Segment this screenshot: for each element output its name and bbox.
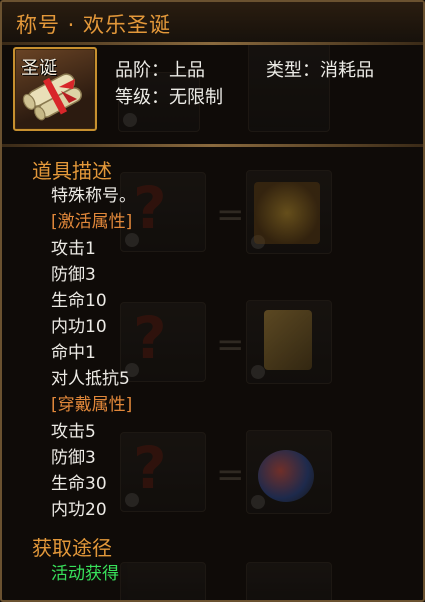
item-icon-frame: 圣诞 [13, 47, 97, 131]
grade-label: 品阶： [115, 60, 169, 81]
lock-icon [125, 233, 139, 247]
type-value: 消耗品 [320, 60, 374, 81]
wear-stat: 攻击5 [51, 422, 96, 442]
title-bar: 称号 · 欢乐圣诞 [2, 2, 423, 42]
level-value: 无限制 [169, 87, 223, 108]
type-row: 类型：消耗品 [266, 56, 374, 82]
activate-stat: 防御3 [51, 265, 96, 285]
item-title: 称号 · 欢乐圣诞 [16, 13, 172, 37]
activate-stat: 对人抵抗5 [51, 369, 130, 389]
lock-icon [251, 495, 265, 509]
activate-stat: 内功10 [51, 317, 107, 337]
wear-stat: 防御3 [51, 448, 96, 468]
source-value: 活动获得 [51, 564, 119, 584]
lock-icon [125, 493, 139, 507]
grade-value: 上品 [169, 60, 205, 81]
wear-attributes-header: [穿戴属性] [51, 395, 133, 415]
activate-stat: 攻击1 [51, 239, 96, 259]
reward-scroll-icon [264, 310, 312, 370]
activate-stat: 命中1 [51, 343, 96, 363]
info-divider [2, 144, 423, 147]
title-divider [2, 42, 423, 45]
type-label: 类型： [266, 60, 320, 81]
activate-stat: 生命10 [51, 291, 107, 311]
lock-icon [123, 113, 137, 127]
level-row: 等级：无限制 [115, 83, 223, 109]
wear-stat: 内功20 [51, 500, 107, 520]
grade-row: 品阶：上品 [115, 56, 205, 82]
wear-stat: 生命30 [51, 474, 107, 494]
lock-icon [251, 365, 265, 379]
description-summary: 特殊称号。 [51, 186, 136, 206]
question-icon: ? [133, 174, 167, 242]
source-header: 获取途径 [32, 536, 112, 560]
item-tooltip: ? = ? = ? = 称号 · 欢乐圣诞 圣诞 品阶：上品 类型：消耗品 等级… [0, 0, 425, 602]
question-icon: ? [133, 434, 167, 502]
reward-coin-icon [254, 182, 320, 244]
activate-attributes-header: [激活属性] [51, 212, 133, 232]
question-icon: ? [133, 304, 167, 372]
item-icon-label: 圣诞 [21, 58, 57, 79]
level-label: 等级： [115, 87, 169, 108]
description-header: 道具描述 [32, 159, 112, 183]
reward-orb-icon [258, 450, 314, 502]
